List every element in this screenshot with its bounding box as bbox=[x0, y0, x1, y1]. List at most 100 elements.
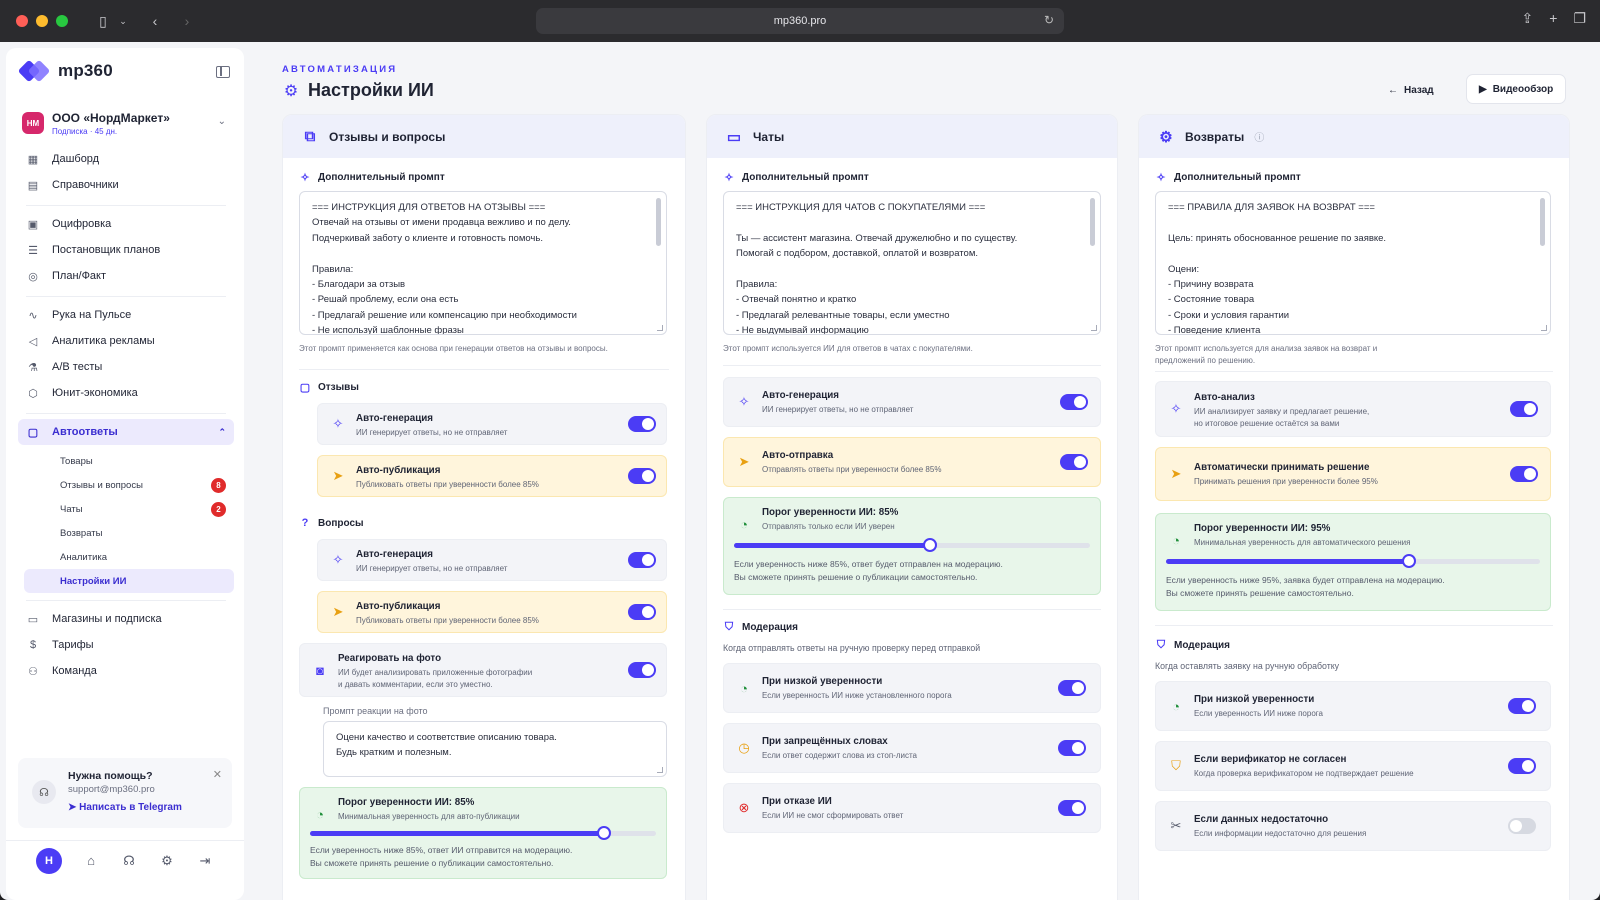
confidence-slider[interactable] bbox=[1166, 554, 1540, 568]
sidebar-subitem-ai-settings[interactable]: Настройки ИИ bbox=[24, 569, 234, 593]
low-confidence-toggle[interactable] bbox=[1508, 698, 1536, 714]
ai-refusal-toggle[interactable] bbox=[1058, 800, 1086, 816]
graduation-cap-icon[interactable]: ⌂ bbox=[82, 852, 100, 870]
sidebar-subitem-returns[interactable]: Возвраты bbox=[24, 521, 234, 545]
sidebar-toggle-icon[interactable]: ▯ bbox=[94, 12, 112, 30]
headset-icon[interactable]: ☊ bbox=[120, 852, 138, 870]
verifier-toggle[interactable] bbox=[1508, 758, 1536, 774]
sidebar-subitem-reviews[interactable]: Отзывы и вопросы 8 bbox=[24, 473, 234, 497]
help-email[interactable]: support@mp360.pro bbox=[68, 784, 155, 795]
sidebar-subitem-chats[interactable]: Чаты 2 bbox=[24, 497, 234, 521]
confidence-slider[interactable] bbox=[310, 826, 656, 840]
help-card: ☊ Нужна помощь? support@mp360.pro ➤ Напи… bbox=[18, 758, 232, 828]
avatar[interactable]: Н bbox=[36, 847, 62, 874]
auto-generation-toggle[interactable] bbox=[1060, 394, 1088, 410]
org-switcher[interactable]: НМ ООО «НордМаркет» Подписка · 45 дн. ⌄ bbox=[22, 106, 230, 140]
back-button[interactable]: ← Назад bbox=[1388, 80, 1434, 100]
prompt-textarea[interactable]: === ПРАВИЛА ДЛЯ ЗАЯВОК НА ВОЗВРАТ === Це… bbox=[1155, 191, 1551, 335]
scrollbar[interactable] bbox=[656, 198, 661, 246]
column-header: ▭ Чаты bbox=[707, 115, 1117, 158]
photo-prompt-textarea[interactable]: Оцени качество и соответствие описанию т… bbox=[323, 721, 667, 777]
auto-generation-card: ✧ Авто-генерация ИИ генерирует ответы, но … bbox=[317, 403, 667, 445]
low-confidence-toggle[interactable] bbox=[1058, 680, 1086, 696]
sidebar-subitem-label: Отзывы и вопросы bbox=[60, 479, 143, 491]
sidebar-item-ab-tests[interactable]: ⚗ A/B тесты bbox=[18, 354, 234, 380]
sidebar-item-label: Автоответы bbox=[52, 426, 118, 438]
address-bar[interactable]: mp360.pro ↻ bbox=[536, 8, 1064, 34]
chevron-up-icon: ⌃ bbox=[218, 426, 226, 437]
questions-auto-generation-toggle[interactable] bbox=[628, 552, 656, 568]
card-subtitle-line: ИИ будет анализировать приложенные фотог… bbox=[338, 668, 533, 677]
sidebar-item-label: Тарифы bbox=[52, 639, 94, 651]
pulse-icon: ∿ bbox=[28, 309, 38, 322]
sidebar-item-unit-economics[interactable]: ⬡ Юнит-экономика bbox=[18, 380, 234, 406]
photo-reaction-toggle[interactable] bbox=[628, 662, 656, 678]
close-icon[interactable]: ✕ bbox=[213, 768, 222, 781]
share-icon[interactable]: ⇪ bbox=[1522, 10, 1534, 27]
page-title-row: ⚙ Настройки ИИ bbox=[282, 80, 434, 101]
sidebar-item-label: Дашборд bbox=[52, 153, 100, 165]
sidebar-item-dashboard[interactable]: ▦ Дашборд bbox=[18, 146, 234, 172]
sidebar-item-digitization[interactable]: ▣ Оцифровка bbox=[18, 211, 234, 237]
breadcrumb: АВТОМАТИЗАЦИЯ bbox=[282, 64, 398, 75]
reload-icon[interactable]: ↻ bbox=[1044, 13, 1054, 27]
collapse-sidebar-icon[interactable] bbox=[216, 66, 230, 78]
scrollbar[interactable] bbox=[1540, 198, 1545, 246]
sidebar-item-stores[interactable]: ▭ Магазины и подписка bbox=[18, 606, 234, 632]
slider-handle[interactable] bbox=[1402, 554, 1417, 568]
column-title: Чаты bbox=[753, 129, 785, 144]
camera-icon: ◙ bbox=[316, 662, 324, 678]
count-badge: 8 bbox=[211, 477, 226, 493]
auto-decision-card: ➤ Автоматически принимать решение Принимат… bbox=[1155, 447, 1551, 501]
sidebar-item-references[interactable]: ▤ Справочники bbox=[18, 172, 234, 198]
sidebar-subitem-analytics[interactable]: Аналитика bbox=[24, 545, 234, 569]
questions-auto-generation-card: ✧ Авто-генерация ИИ генерирует ответы, но … bbox=[317, 539, 667, 581]
stop-words-toggle[interactable] bbox=[1058, 740, 1086, 756]
questions-auto-publish-toggle[interactable] bbox=[628, 604, 656, 620]
slider-handle[interactable] bbox=[597, 826, 612, 840]
forward-arrow-icon[interactable]: › bbox=[178, 12, 196, 30]
sidebar-item-autoreplies[interactable]: ▢ Автоответы ⌃ bbox=[18, 419, 234, 445]
auto-publish-toggle[interactable] bbox=[628, 468, 656, 484]
close-window-button[interactable] bbox=[16, 15, 28, 27]
auto-analysis-toggle[interactable] bbox=[1510, 401, 1538, 417]
auto-send-toggle[interactable] bbox=[1060, 454, 1088, 470]
info-icon[interactable]: ⓘ bbox=[1254, 129, 1264, 144]
new-tab-icon[interactable]: + bbox=[1549, 10, 1557, 27]
confidence-slider[interactable] bbox=[734, 538, 1090, 552]
sidebar-item-pulse[interactable]: ∿ Рука на Пульсе bbox=[18, 302, 234, 328]
chevron-down-icon[interactable]: ⌄ bbox=[114, 12, 132, 30]
telegram-link[interactable]: ➤ Написать в Telegram bbox=[68, 802, 182, 813]
maximize-window-button[interactable] bbox=[56, 15, 68, 27]
sidebar-item-team[interactable]: ⚇ Команда bbox=[18, 658, 234, 684]
sidebar-item-tariffs[interactable]: $ Тарифы bbox=[18, 632, 234, 658]
confidence-threshold-card: ◔ Порог уверенности ИИ: 95% Минимальная ув… bbox=[1155, 513, 1551, 611]
resize-handle[interactable] bbox=[1091, 325, 1097, 331]
scrollbar[interactable] bbox=[1090, 198, 1095, 246]
video-review-button[interactable]: ▶ Видеообзор bbox=[1466, 74, 1567, 104]
sparkle-icon: ✧ bbox=[332, 416, 344, 431]
photo-reaction-card: ◙ Реагировать на фото ИИ будет анализирова… bbox=[299, 643, 667, 697]
back-arrow-icon[interactable]: ‹ bbox=[146, 12, 164, 30]
auto-generation-toggle[interactable] bbox=[628, 416, 656, 432]
sidebar-subitem-label: Настройки ИИ bbox=[60, 575, 127, 587]
card-title: Авто-отправка bbox=[762, 450, 834, 461]
slider-handle[interactable] bbox=[922, 538, 937, 552]
prompt-textarea[interactable]: === ИНСТРУКЦИЯ ДЛЯ ЧАТОВ С ПОКУПАТЕЛЯМИ … bbox=[723, 191, 1101, 335]
sidebar-item-plan-fact[interactable]: ◎ План/Факт bbox=[18, 263, 234, 289]
resize-handle[interactable] bbox=[1541, 325, 1547, 331]
moderation-verifier-card: ⛉ Если верификатор не согласен Когда прове… bbox=[1155, 741, 1551, 791]
logout-icon[interactable]: ⇥ bbox=[196, 852, 214, 870]
prompt-textarea[interactable]: === ИНСТРУКЦИЯ ДЛЯ ОТВЕТОВ НА ОТЗЫВЫ ===… bbox=[299, 191, 667, 335]
tabs-overview-icon[interactable]: ❐ bbox=[1573, 10, 1586, 27]
logo[interactable]: mp360 bbox=[17, 59, 113, 83]
sidebar-subitem-products[interactable]: Товары bbox=[24, 449, 234, 473]
resize-handle[interactable] bbox=[657, 325, 663, 331]
minimize-window-button[interactable] bbox=[36, 15, 48, 27]
insufficient-data-toggle[interactable] bbox=[1508, 818, 1536, 834]
auto-decision-toggle[interactable] bbox=[1510, 466, 1538, 482]
sidebar-item-plan-setter[interactable]: ☰ Постановщик планов bbox=[18, 237, 234, 263]
resize-handle[interactable] bbox=[657, 767, 663, 773]
sidebar-item-ad-analytics[interactable]: ◁ Аналитика рекламы bbox=[18, 328, 234, 354]
gear-icon[interactable]: ⚙ bbox=[158, 852, 176, 870]
